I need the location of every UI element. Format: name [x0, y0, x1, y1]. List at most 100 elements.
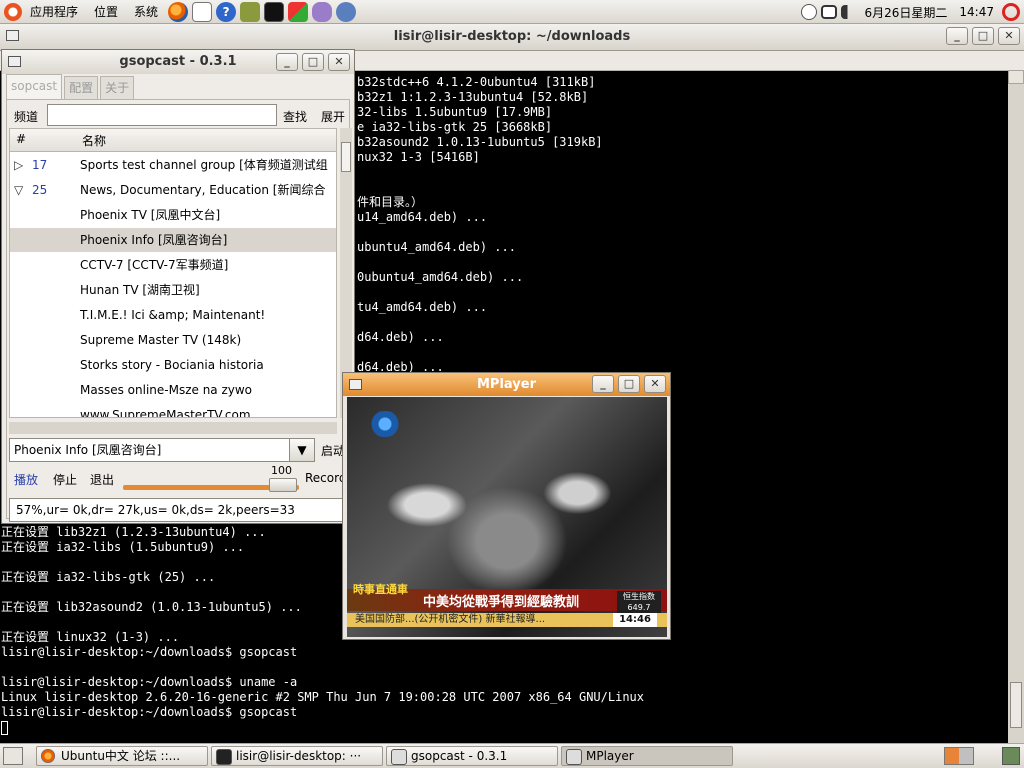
channel-row-selected[interactable]: Phoenix Info [凤凰咨询台]: [10, 228, 336, 252]
selected-channel-value: Phoenix Info [凤凰咨询台]: [14, 443, 162, 457]
gsopcast-maximize-button[interactable]: □: [302, 53, 324, 71]
terminal-maximize-button[interactable]: □: [972, 27, 994, 45]
gsopcast-close-button[interactable]: ✕: [328, 53, 350, 71]
menu-places[interactable]: 位置: [86, 0, 126, 24]
window-icon: [391, 749, 407, 765]
channel-name: Phoenix TV [凤凰中文台]: [80, 208, 221, 222]
channel-row[interactable]: ▽ 25 News, Documentary, Education [新闻综合: [10, 178, 336, 202]
display-icon[interactable]: [820, 5, 837, 19]
trash-icon[interactable]: [1002, 747, 1020, 765]
channel-row[interactable]: ▷ 17 Sports test channel group [体育频道测试组: [10, 153, 336, 177]
channel-number: 17: [32, 158, 48, 172]
terminal-line: u14_amd64.deb) ...: [357, 210, 488, 224]
window-icon: [566, 749, 582, 765]
help-launcher-icon[interactable]: ?: [216, 1, 237, 22]
terminal-line: e ia32-libs-gtk 25 [3668kB]: [357, 120, 553, 134]
ticker-bottom-text: 美国国防部...(公开机密文件) 新華社報導...: [355, 614, 546, 625]
quit-button[interactable]: 退出: [90, 471, 114, 488]
mplayer-window: MPlayer _ □ ✕ 時事直通車 中美均從戰爭得到經驗教訓 恒生指数 64…: [342, 372, 671, 640]
gsopcast-titlebar[interactable]: gsopcast - 0.3.1 _ □ ✕: [2, 50, 354, 74]
chevron-down-icon[interactable]: ▼: [289, 439, 314, 461]
gsopcast-window-icon: [8, 56, 21, 67]
tab-about[interactable]: 关于: [100, 76, 135, 99]
channel-list-scroll-thumb[interactable]: [341, 142, 351, 172]
dictionary-launcher-icon[interactable]: [240, 1, 261, 22]
task-label: lisir@lisir-desktop: ···: [236, 749, 362, 763]
terminal-scrollbar[interactable]: [1008, 70, 1024, 743]
channel-name: CCTV-7 [CCTV-7军事频道]: [80, 258, 229, 272]
volume-value: 100: [271, 464, 292, 477]
terminal-line: 件和目录。）: [357, 195, 424, 209]
stock-index-box: 恒生指数 649.7: [617, 591, 661, 613]
terminal-line: 正在设置 ia32-libs-gtk (25) ...: [1, 570, 216, 584]
menu-system[interactable]: 系统: [126, 0, 166, 24]
terminal-line: d64.deb) ...: [357, 330, 444, 344]
date-display[interactable]: 6月26日星期二: [859, 4, 954, 21]
terminal-minimize-button[interactable]: _: [946, 27, 968, 45]
channel-row[interactable]: Phoenix TV [凤凰中文台]: [10, 203, 336, 227]
gsopcast-minimize-button[interactable]: _: [276, 53, 298, 71]
channel-row[interactable]: Masses online-Msze na zywo: [10, 378, 336, 402]
channel-label: 频道: [14, 110, 39, 124]
terminal-launcher-icon[interactable]: [264, 1, 285, 22]
tab-config[interactable]: 配置: [64, 76, 99, 99]
terminal-window-icon: [6, 30, 19, 41]
terminal-line: nux32 1-3 [5416B]: [357, 150, 480, 164]
mplayer-titlebar[interactable]: MPlayer _ □ ✕: [343, 373, 670, 396]
show-desktop-icon[interactable]: [3, 747, 23, 765]
mplayer-close-button[interactable]: ✕: [644, 375, 666, 393]
task-terminal[interactable]: lisir@lisir-desktop: ···: [211, 746, 383, 766]
clock-display[interactable]: 14:47: [953, 5, 1000, 19]
list-horizontal-scrollbar[interactable]: [9, 422, 337, 434]
task-firefox[interactable]: Ubuntu中文 论坛 ::...: [36, 746, 208, 766]
channel-name: News, Documentary, Education [新闻综合: [80, 183, 326, 197]
firefox-launcher-icon[interactable]: [168, 1, 189, 22]
task-gsopcast[interactable]: gsopcast - 0.3.1: [386, 746, 558, 766]
channel-list-header: # 名称: [10, 129, 336, 152]
mplayer-title: MPlayer: [477, 377, 536, 392]
menu-applications[interactable]: 应用程序: [22, 0, 86, 24]
network-launcher-icon[interactable]: [336, 1, 357, 22]
column-number[interactable]: #: [16, 132, 26, 146]
channel-row[interactable]: Storks story - Bociania historia: [10, 353, 336, 377]
selected-channel-combo[interactable]: Phoenix Info [凤凰咨询台] ▼: [9, 438, 315, 462]
gsopcast-tabs: sopcast 配置 关于: [6, 74, 136, 99]
power-icon[interactable]: [1002, 3, 1020, 21]
tab-sopcast[interactable]: sopcast: [6, 74, 63, 99]
clock-applet-icon[interactable]: [800, 4, 817, 20]
mplayer-minimize-button[interactable]: _: [592, 375, 614, 393]
phoenix-logo-icon: [365, 411, 405, 437]
video-display[interactable]: 時事直通車 中美均從戰爭得到經驗教訓 恒生指数 649.7 美国国防部...(公…: [347, 397, 667, 637]
channel-row[interactable]: CCTV-7 [CCTV-7军事频道]: [10, 253, 336, 277]
channel-row[interactable]: T.I.M.E.! Ici &amp; Maintenant!: [10, 303, 336, 327]
expand-button[interactable]: 展开: [321, 108, 345, 125]
task-mplayer[interactable]: MPlayer: [561, 746, 733, 766]
search-button[interactable]: 查找: [283, 108, 307, 125]
stop-button[interactable]: 停止: [53, 471, 77, 488]
terminal-scroll-thumb[interactable]: [1010, 682, 1022, 728]
expander-icon[interactable]: ▷: [14, 153, 23, 177]
update-launcher-icon[interactable]: [288, 1, 309, 22]
channel-row[interactable]: www.SupremeMasterTV.com: [10, 403, 336, 417]
channel-search-input[interactable]: [47, 104, 277, 126]
terminal-titlebar[interactable]: lisir@lisir-desktop: ~/downloads _ □ ✕: [0, 24, 1024, 51]
play-button[interactable]: 播放: [14, 471, 38, 488]
terminal-title: lisir@lisir-desktop: ~/downloads: [393, 29, 631, 44]
terminal-line: b32asound2 1.0.13-1ubuntu5 [319kB]: [357, 135, 603, 149]
terminal-close-button[interactable]: ✕: [998, 27, 1020, 45]
ubuntu-logo-icon[interactable]: [4, 2, 22, 21]
mplayer-maximize-button[interactable]: □: [618, 375, 640, 393]
expander-icon[interactable]: ▽: [14, 178, 23, 202]
pidgin-launcher-icon[interactable]: [312, 1, 333, 22]
mail-launcher-icon[interactable]: [192, 1, 213, 22]
column-name[interactable]: 名称: [82, 132, 106, 149]
terminal-line: 32-libs 1.5ubuntu9 [17.9MB]: [357, 105, 553, 119]
record-button[interactable]: Record: [305, 471, 346, 485]
volume-slider-thumb[interactable]: [269, 478, 297, 492]
volume-icon[interactable]: [840, 5, 857, 19]
channel-name: Storks story - Bociania historia: [80, 358, 264, 372]
channel-row[interactable]: Hunan TV [湖南卫视]: [10, 278, 336, 302]
channel-row[interactable]: Supreme Master TV (148k): [10, 328, 336, 352]
workspace-switcher[interactable]: [944, 747, 974, 765]
scroll-up-arrow-icon[interactable]: [1008, 70, 1024, 84]
